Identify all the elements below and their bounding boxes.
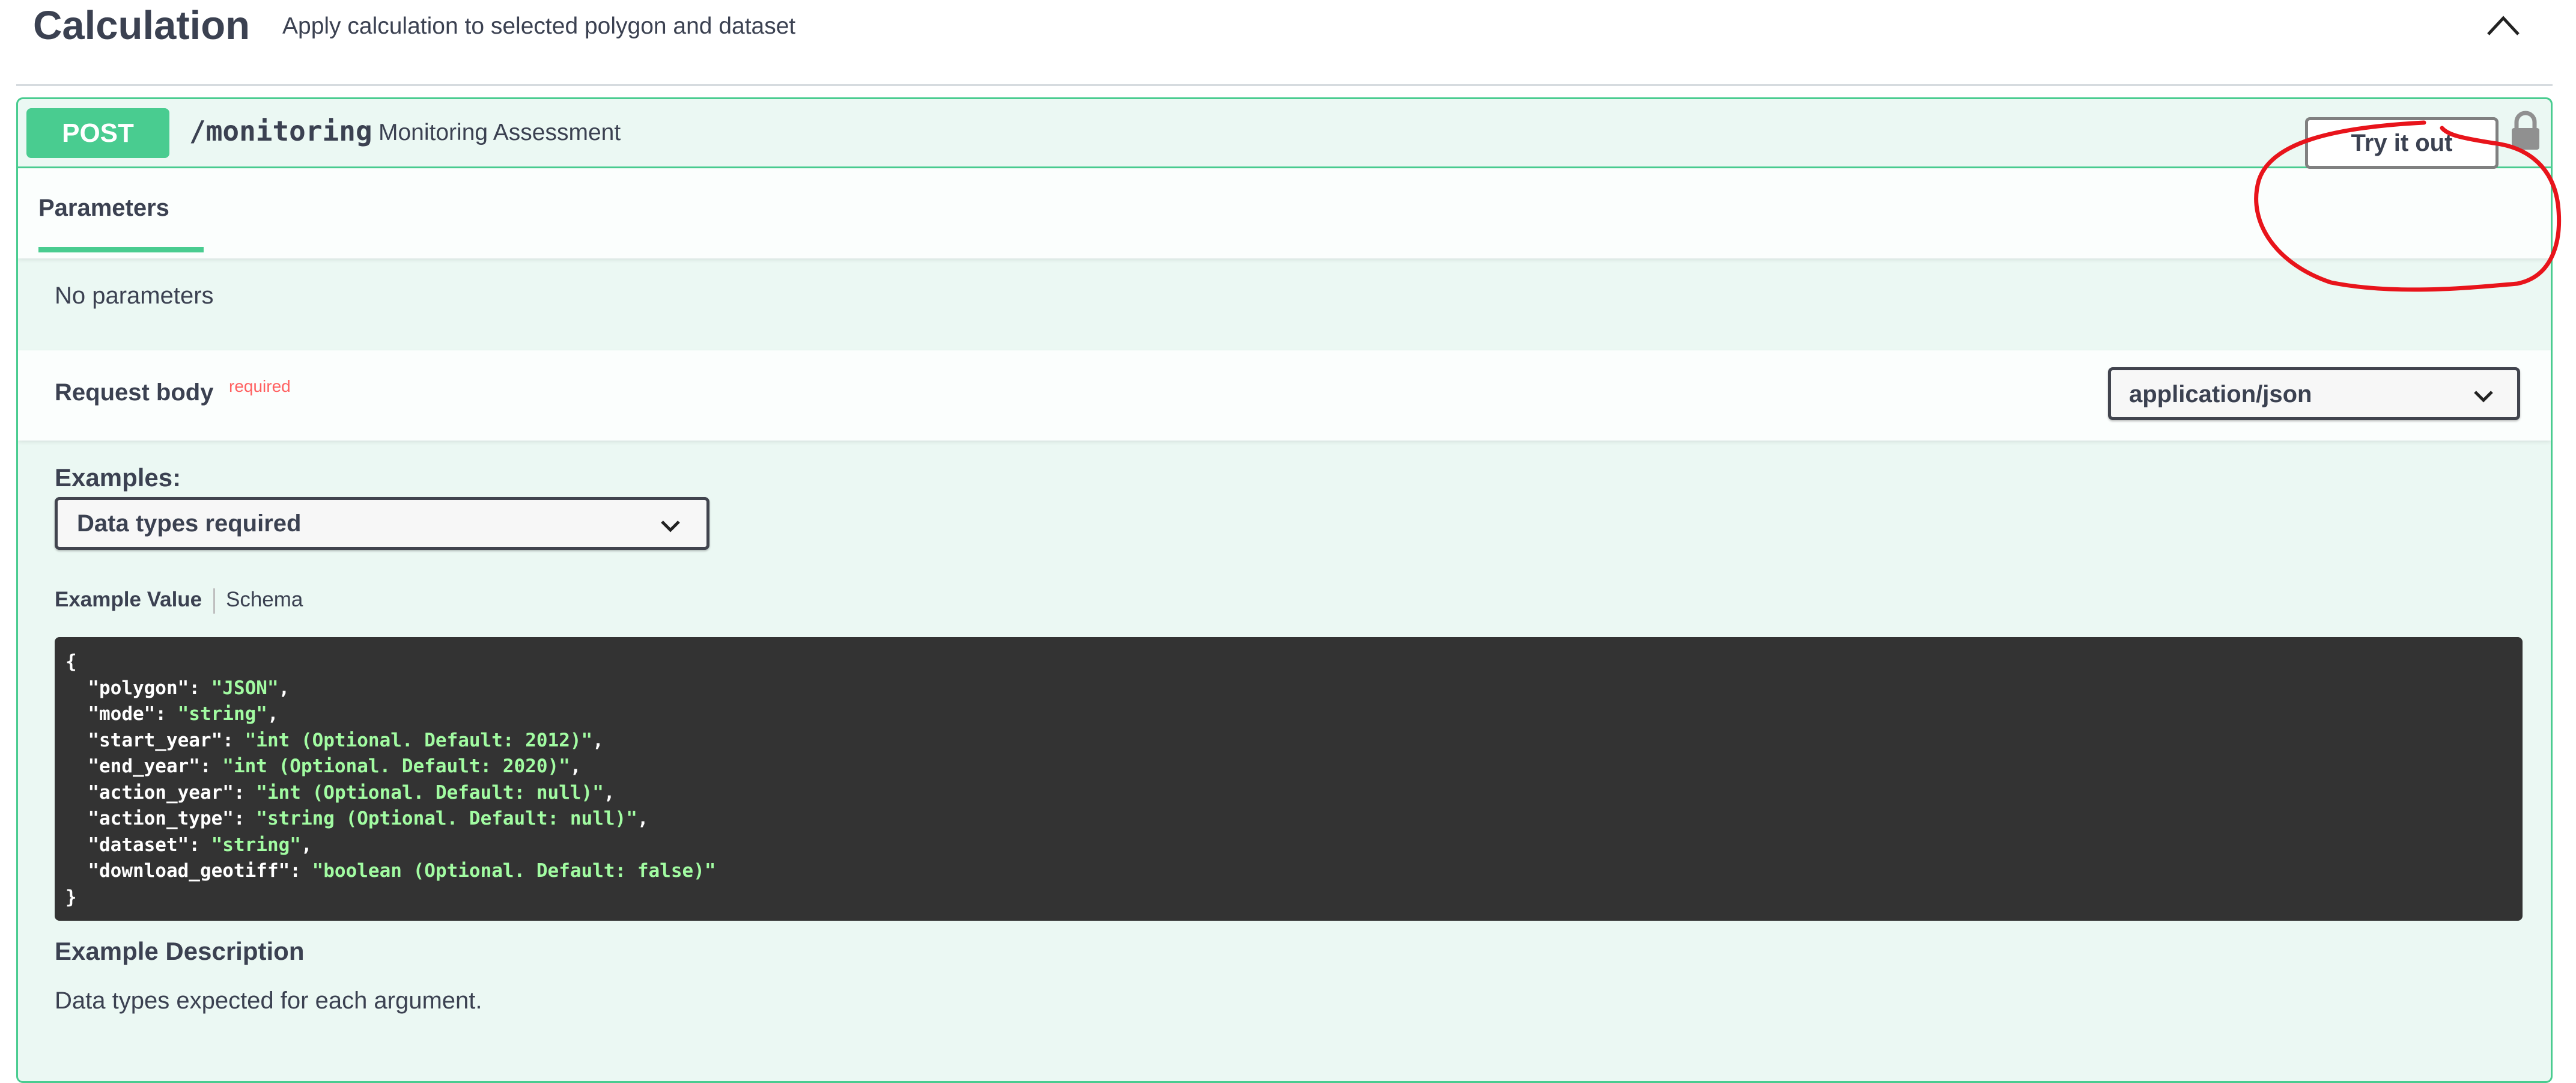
code-line: "action_year": "int (Optional. Default: … — [88, 781, 615, 804]
content-type-value: application/json — [2129, 381, 2312, 407]
operation-path: /monitoring — [189, 115, 372, 147]
code-value: "JSON" — [211, 677, 279, 699]
code-value: "int (Optional. Default: 2020)" — [222, 755, 570, 777]
lock-icon[interactable] — [2508, 110, 2543, 152]
chevron-up-icon[interactable] — [2485, 13, 2521, 37]
code-value: "int (Optional. Default: null)" — [256, 781, 604, 804]
operation-summary-text: Monitoring Assessment — [378, 120, 621, 145]
code-key: "end_year" — [88, 755, 200, 777]
try-it-out-button[interactable]: Try it out — [2305, 117, 2499, 169]
code-close-brace: } — [65, 886, 77, 908]
code-value: "boolean (Optional. Default: false)" — [312, 860, 716, 882]
code-line: "mode": "string", — [88, 703, 279, 725]
method-badge: POST — [26, 108, 169, 158]
chevron-down-icon — [2474, 391, 2493, 403]
code-key: "action_type" — [88, 808, 234, 829]
tab-active-indicator — [38, 247, 204, 252]
code-open-brace: { — [65, 651, 77, 673]
code-line: "end_year": "int (Optional. Default: 202… — [88, 755, 582, 777]
code-line: "dataset": "string", — [88, 834, 312, 856]
tab-example-value[interactable]: Example Value — [55, 588, 202, 612]
examples-selected-value: Data types required — [77, 510, 302, 537]
code-value: "string" — [211, 834, 301, 856]
code-value: "string" — [177, 703, 267, 725]
code-value: "string (Optional. Default: null)" — [256, 808, 637, 829]
content-type-select[interactable]: application/json — [2108, 367, 2520, 420]
tag-description: Apply calculation to selected polygon an… — [282, 13, 796, 39]
code-comma: , — [637, 808, 649, 829]
code-key: "action_year" — [88, 781, 234, 804]
no-parameters-text: No parameters — [55, 282, 214, 309]
code-comma: , — [570, 755, 582, 777]
code-comma: , — [603, 781, 615, 804]
code-comma: , — [278, 677, 290, 699]
code-key: "mode" — [88, 703, 156, 725]
request-body-title: Request body — [55, 379, 214, 406]
code-line: "download_geotiff": "boolean (Optional. … — [88, 860, 716, 882]
code-line: "polygon": "JSON", — [88, 677, 290, 699]
tab-schema[interactable]: Schema — [226, 588, 303, 612]
code-line: "action_type": "string (Optional. Defaul… — [88, 808, 649, 829]
code-comma: , — [592, 729, 604, 751]
code-key: "start_year" — [88, 729, 223, 751]
tab-parameters[interactable]: Parameters — [38, 195, 169, 222]
tag-title: Calculation — [33, 3, 251, 48]
example-description-title: Example Description — [55, 937, 305, 965]
code-key: "download_geotiff" — [88, 860, 290, 882]
code-key: "dataset" — [88, 834, 189, 856]
chevron-down-icon — [661, 520, 680, 532]
example-description-text: Data types expected for each argument. — [55, 987, 482, 1014]
code-key: "polygon" — [88, 677, 189, 699]
code-line: "start_year": "int (Optional. Default: 2… — [88, 729, 604, 751]
code-value: "int (Optional. Default: 2012)" — [245, 729, 593, 751]
examples-select[interactable]: Data types required — [55, 497, 709, 550]
code-comma: , — [300, 834, 312, 856]
parameters-header: Parameters — [18, 168, 2551, 258]
code-comma: , — [267, 703, 279, 725]
operation-summary[interactable]: POST /monitoring Monitoring Assessment — [18, 99, 2551, 168]
tab-divider — [213, 588, 215, 614]
required-label: required — [229, 377, 291, 395]
tag-header[interactable]: Calculation Apply calculation to selecte… — [16, 0, 2553, 86]
example-code-block[interactable]: { "polygon": "JSON", "mode": "string", "… — [55, 637, 2523, 921]
operation-block: POST /monitoring Monitoring Assessment P… — [16, 97, 2553, 1083]
examples-label: Examples: — [55, 463, 181, 492]
